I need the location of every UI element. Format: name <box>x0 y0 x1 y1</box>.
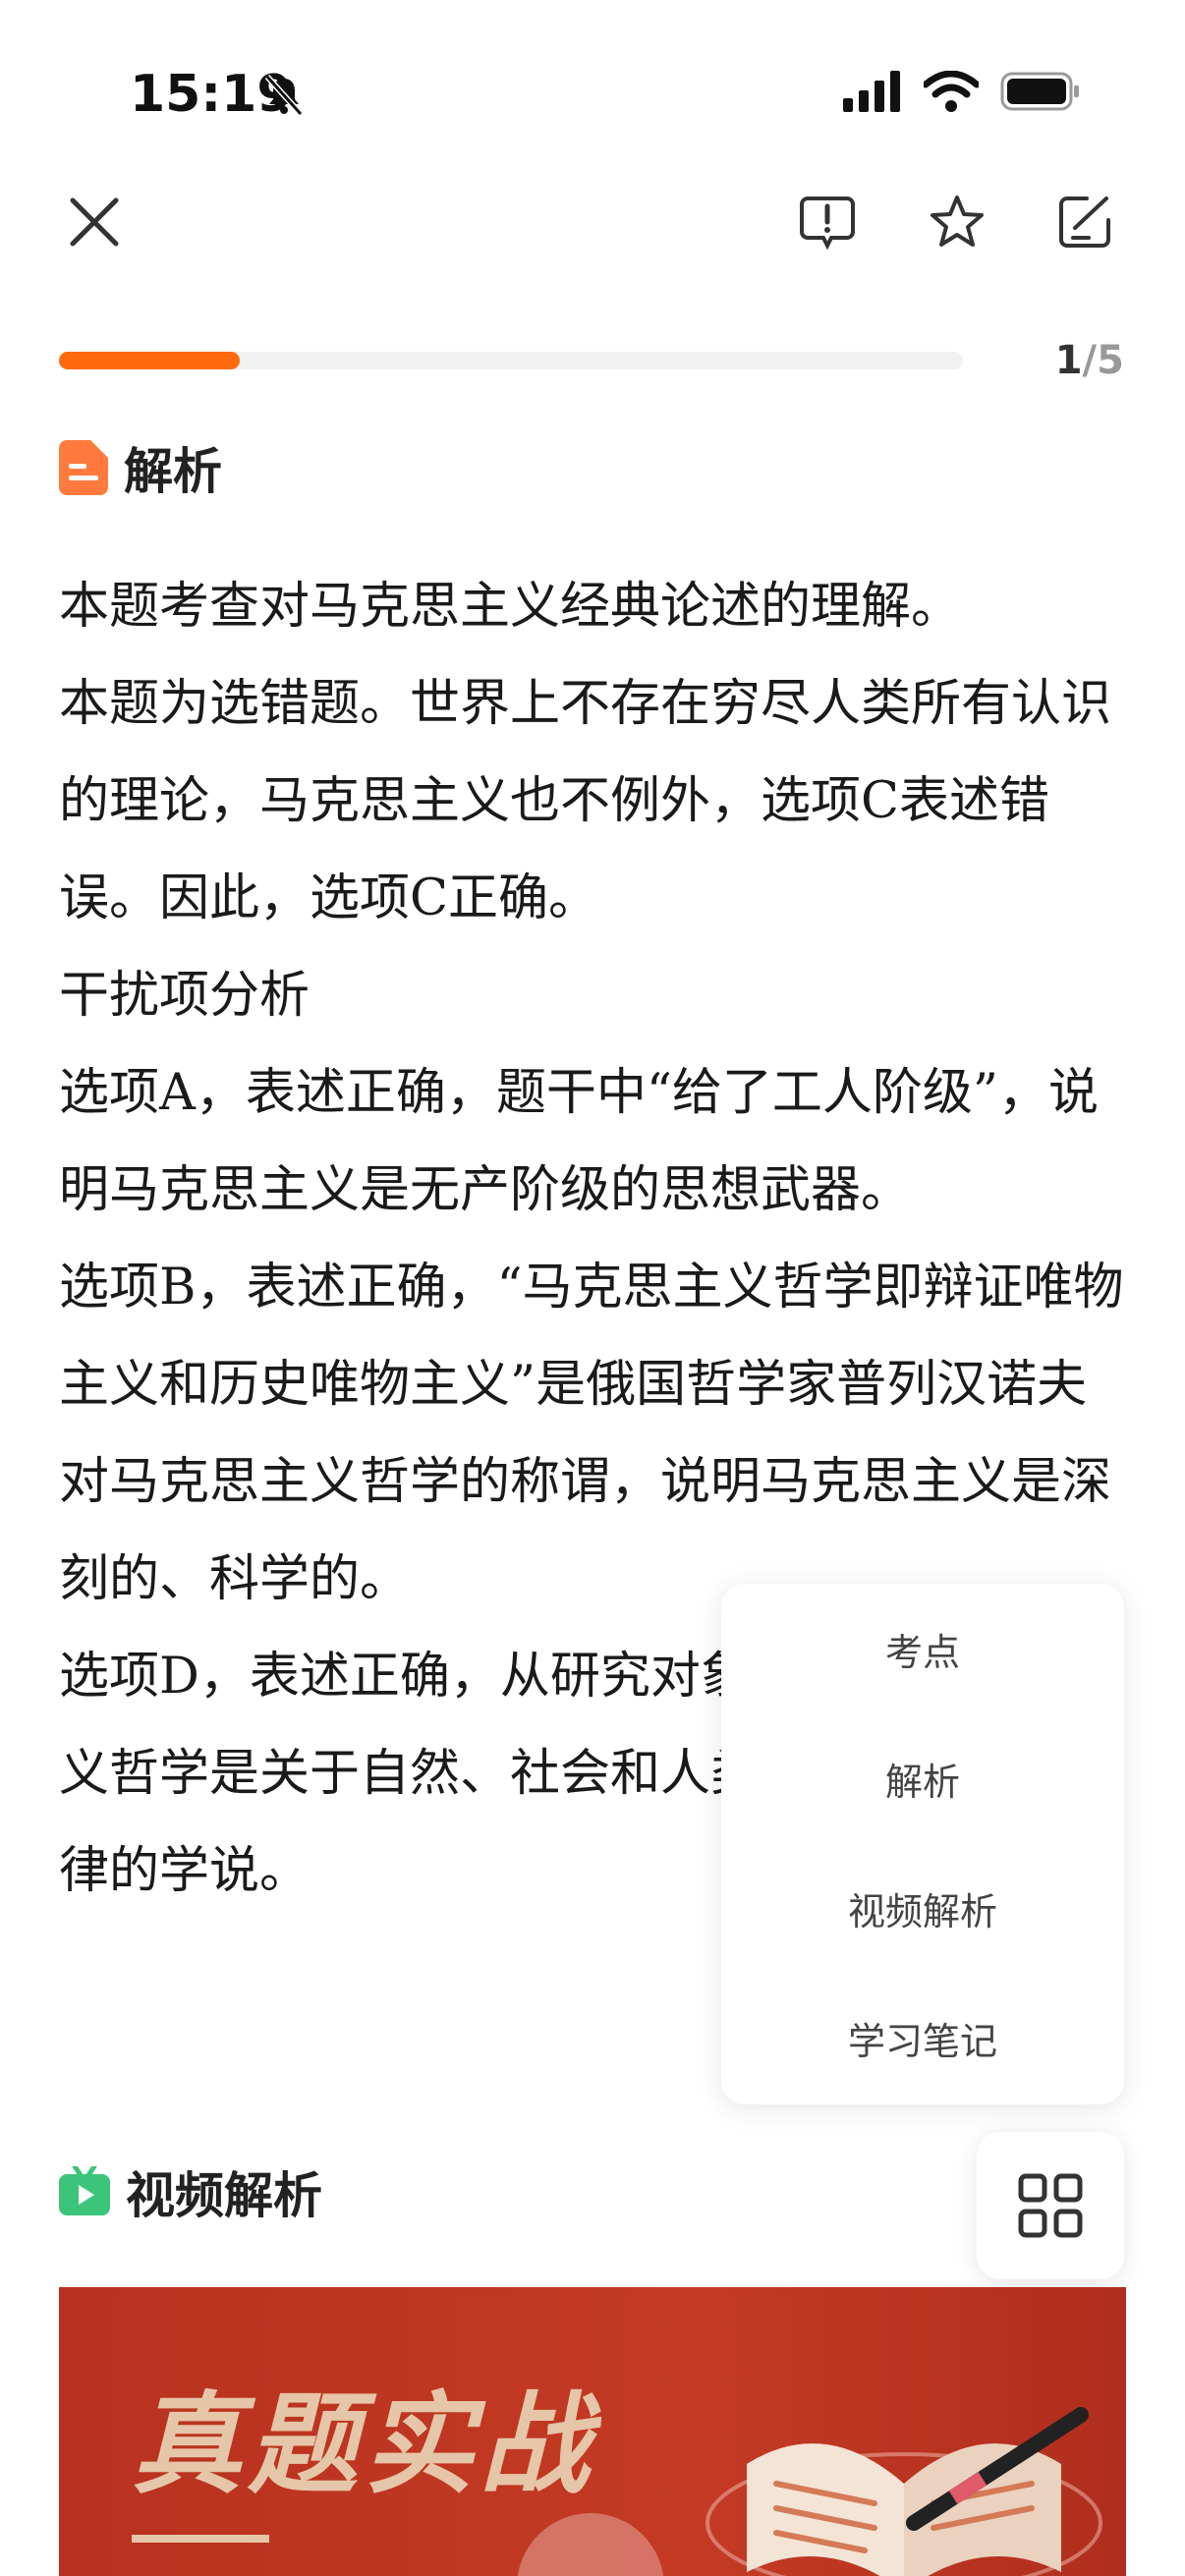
close-icon[interactable] <box>65 193 124 252</box>
report-icon[interactable] <box>798 193 857 252</box>
banner-underline <box>132 2535 269 2543</box>
progress-fill <box>59 352 240 369</box>
status-right <box>843 71 1081 112</box>
analysis-title: 解析 <box>124 443 222 500</box>
section-menu-button[interactable] <box>977 2132 1124 2279</box>
analysis-paragraph: 选项A，表述正确，题干中“给了工人阶级”，说明马克思主义是无产阶级的思想武器。 <box>59 1064 1099 1219</box>
progress-bar <box>59 352 963 369</box>
analysis-heading: 解析 <box>59 432 222 503</box>
analysis-paragraph: 本题为选错题。世界上不存在穷尽人类所有认识的理论，马克思主义也不例外，选项C表述… <box>59 675 1112 927</box>
video-heading: 视频解析 <box>59 2156 322 2227</box>
popup-item-key-points[interactable]: 考点 <box>721 1584 1124 1713</box>
document-icon <box>59 440 108 495</box>
edit-note-icon[interactable] <box>1055 193 1114 252</box>
tv-icon <box>59 2166 110 2215</box>
battery-icon <box>1000 72 1079 111</box>
popup-item-analysis[interactable]: 解析 <box>721 1713 1124 1843</box>
book-pen-illustration <box>705 2407 1102 2576</box>
popup-item-video-analysis[interactable]: 视频解析 <box>721 1843 1124 1973</box>
section-nav-popup: 考点 解析 视频解析 学习笔记 <box>721 1584 1124 2104</box>
video-thumbnail[interactable]: 真题实战 <box>59 2287 1126 2576</box>
signal-icon <box>843 71 900 112</box>
banner-title: 真题实战 <box>132 2381 595 2509</box>
analysis-paragraph: 本题考查对马克思主义经典论述的理解。 <box>59 578 962 636</box>
analysis-paragraph: 干扰项分析 <box>59 967 310 1025</box>
progress-counter: 1/5 <box>1055 338 1124 383</box>
video-title: 视频解析 <box>126 2167 322 2224</box>
progress-total: 5 <box>1097 338 1124 383</box>
play-button[interactable] <box>517 2513 664 2576</box>
star-icon[interactable] <box>928 193 987 252</box>
progress-separator: / <box>1082 338 1098 383</box>
progress-current: 1 <box>1054 338 1083 383</box>
popup-item-study-notes[interactable]: 学习笔记 <box>721 1973 1124 2102</box>
wifi-icon <box>924 71 979 112</box>
analysis-paragraph: 选项B，表述正确，“马克思主义哲学即辩证唯物主义和历史唯物主义”是俄国哲学家普列… <box>59 1259 1124 1608</box>
grid-icon <box>1018 2173 1083 2238</box>
mute-bell-icon <box>264 74 304 117</box>
